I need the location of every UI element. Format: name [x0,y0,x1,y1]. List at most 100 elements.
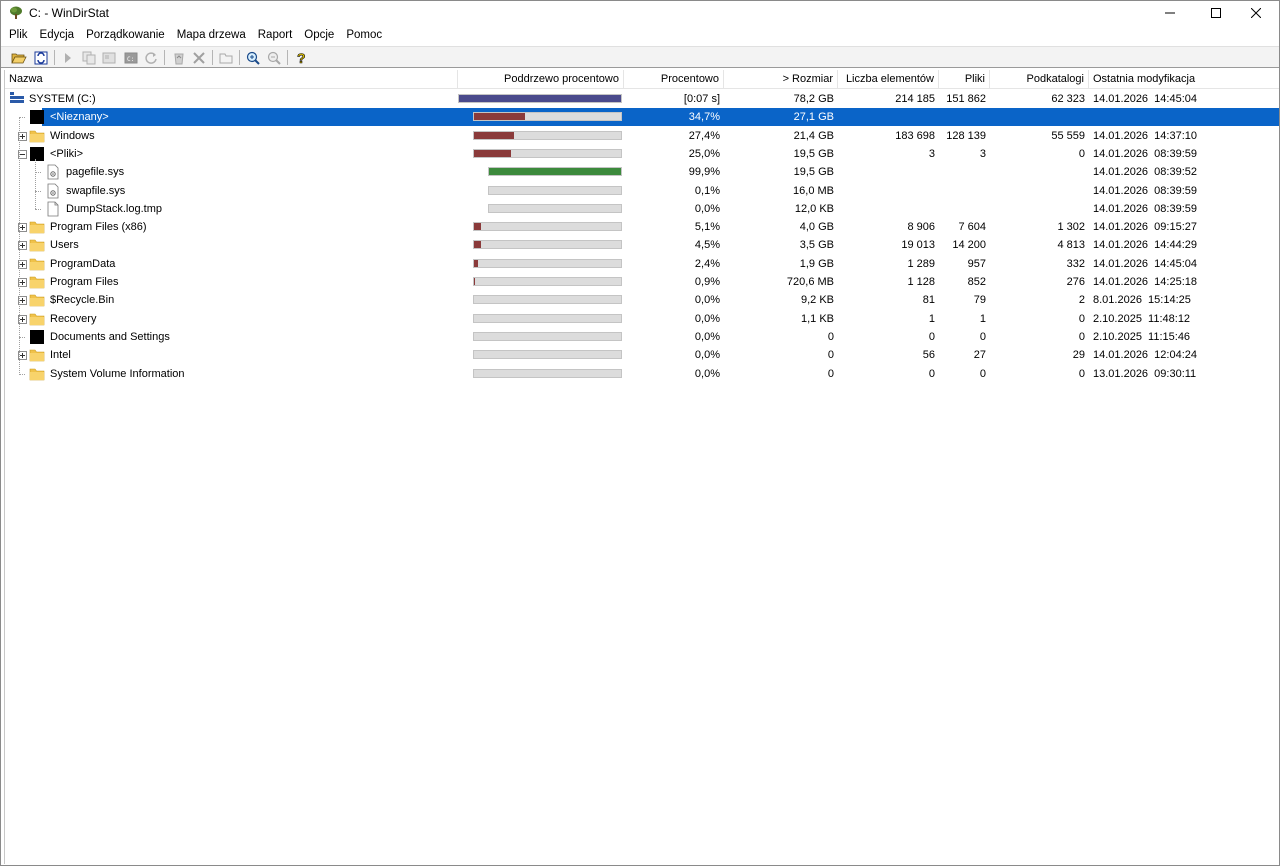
table-row[interactable]: Intel 0,0% 0 56 27 29 14.01.2026 12:04:24 [5,346,1279,364]
table-row[interactable]: SYSTEM (C:) [0:07 s] 78,2 GB 214 185 151 862… [5,90,1279,108]
menu-edycja[interactable]: Edycja [34,26,81,45]
row-items [838,163,935,181]
subtree-percent-fill [474,149,511,157]
row-name: SYSTEM (C:) [29,93,96,105]
row-percent: 27,4% [688,129,720,142]
folder-outline-icon [219,53,233,63]
table-row[interactable]: <Nieznany> 34,7% 27,1 GB [5,108,1279,127]
row-items: 0 [928,367,935,380]
row-files [939,200,986,218]
row-size: 19,5 GB [793,166,834,179]
table-row[interactable]: Users 4,5% 3,5 GB 19 013 14 200 4 813 14.01.20… [5,236,1279,254]
table-row[interactable]: Windows 27,4% 21,4 GB 183 698 128 139 55 559 1… [5,127,1279,145]
row-files [939,108,986,126]
zoom-in-icon [246,51,260,65]
table-row[interactable]: pagefile.sys 99,9% 19,5 GB 14.01.2026 08:39… [5,163,1279,181]
recycle-button[interactable] [169,48,189,67]
menu-porzadkowanie[interactable]: Porządkowanie [80,26,171,45]
menu-pomoc[interactable]: Pomoc [340,26,388,45]
row-percent: 2,4% [694,257,720,270]
subtree-percent-fill [459,95,621,102]
table-row[interactable]: ProgramData 2,4% 1,9 GB 1 289 957 332 14.01.20… [5,255,1279,273]
play-button[interactable] [58,48,78,67]
command-prompt-button[interactable]: C: [121,48,141,67]
column-header-items[interactable]: Liczba elementów [838,70,939,89]
help-button[interactable]: ? [291,48,311,67]
table-row[interactable]: swapfile.sys 0,1% 16,0 MB 14.01.2026 08:39:… [5,182,1279,200]
table-row[interactable]: System Volume Information 0,0% 0 0 0 0 13.01.2… [5,365,1279,383]
black-square-icon [29,146,45,162]
properties-button[interactable] [216,48,236,67]
copy-path-button[interactable] [79,48,99,67]
menu-opcje[interactable]: Opcje [298,26,340,45]
subtree-percent-bar [473,295,622,305]
column-header-subtree[interactable]: Poddrzewo procentowo [458,70,624,89]
refresh-selected-button[interactable] [141,48,161,67]
row-size: 78,2 GB [793,93,834,105]
row-size: 3,5 GB [799,239,834,252]
column-header-percent[interactable]: Procentowo [624,70,724,89]
minimize-button[interactable] [1147,1,1193,25]
system-file-icon [45,164,61,180]
row-percent: 34,7% [688,111,720,124]
column-header-modified[interactable]: Ostatnia modyfikacja [1089,70,1279,89]
open-folder-button[interactable] [9,48,29,67]
subtree-percent-bar [473,331,622,341]
column-header-subdirs[interactable]: Podkatalogi [990,70,1089,89]
explorer-icon [102,52,116,63]
refresh-all-button[interactable] [31,48,51,67]
table-row[interactable]: DumpStack.log.tmp 0,0% 12,0 KB 14.01.2026 0… [5,200,1279,218]
row-name: Intel [50,349,71,362]
table-row[interactable]: Documents and Settings 0,0% 0 0 0 0 2.10.2025 … [5,328,1279,346]
folder-icon [29,366,45,382]
table-row[interactable]: Program Files (x86) 5,1% 4,0 GB 8 906 7 604 1… [5,218,1279,236]
row-size: 12,0 KB [794,202,834,215]
column-header-size[interactable]: > Rozmiar [724,70,838,89]
table-row[interactable]: Program Files 0,9% 720,6 MB 1 128 852 276 14.0… [5,273,1279,291]
row-subdirs: 55 559 [1051,129,1085,142]
subtree-percent-bar [473,313,622,323]
subtree-percent-fill [474,259,478,267]
row-files: 852 [967,276,986,288]
row-name: Recovery [50,312,97,325]
row-name: System Volume Information [50,367,185,380]
delete-button[interactable] [189,48,209,67]
menu-mapa-drzewa[interactable]: Mapa drzewa [171,26,252,45]
row-files: 0 [979,367,986,380]
row-name: Documents and Settings [50,330,170,343]
row-files: 14 200 [952,239,986,252]
row-modified: 13.01.2026 09:30:11 [1093,367,1197,380]
row-items [838,200,935,218]
recycle-icon [174,53,184,64]
explorer-button[interactable] [99,48,119,67]
row-items: 81 [922,294,935,307]
zoom-in-button[interactable] [243,48,263,67]
close-button[interactable] [1233,1,1279,25]
subtree-percent-bar [473,350,622,360]
menu-plik[interactable]: Plik [3,26,34,45]
table-row[interactable]: Recovery 0,0% 1,1 KB 1 1 0 2.10.2025 11:48:12 [5,310,1279,328]
drive-icon [9,91,25,107]
play-icon [65,52,71,63]
table-row[interactable]: $Recycle.Bin 0,0% 9,2 KB 81 79 2 8.01.2026 15:… [5,291,1279,309]
folder-icon [29,311,45,327]
row-items: 183 698 [895,129,935,142]
subtree-percent-bar [488,203,622,213]
table-row[interactable]: <Pliki> 25,0% 19,5 GB 3 3 0 14.01.2026 08:39:5… [5,145,1279,163]
title-bar[interactable]: C: - WinDirStat [1,1,1279,25]
row-modified: 8.01.2026 15:14:25 [1093,294,1191,307]
menu-raport[interactable]: Raport [252,26,299,45]
directory-list[interactable]: Nazwa Poddrzewo procentowo Procentowo > … [4,70,1279,864]
folder-icon [29,274,45,290]
column-header-files[interactable]: Pliki [939,70,990,89]
row-size: 19,5 GB [793,147,834,160]
folder-icon [29,292,45,308]
zoom-out-button[interactable] [264,48,284,67]
subtree-percent-fill [474,223,482,231]
tree-guide [19,117,20,374]
subtree-percent-fill [474,113,525,121]
column-header-name[interactable]: Nazwa [5,70,458,89]
row-percent: 0,0% [694,330,720,343]
subtree-percent-bar [473,277,622,286]
row-items: 214 185 [895,93,935,105]
